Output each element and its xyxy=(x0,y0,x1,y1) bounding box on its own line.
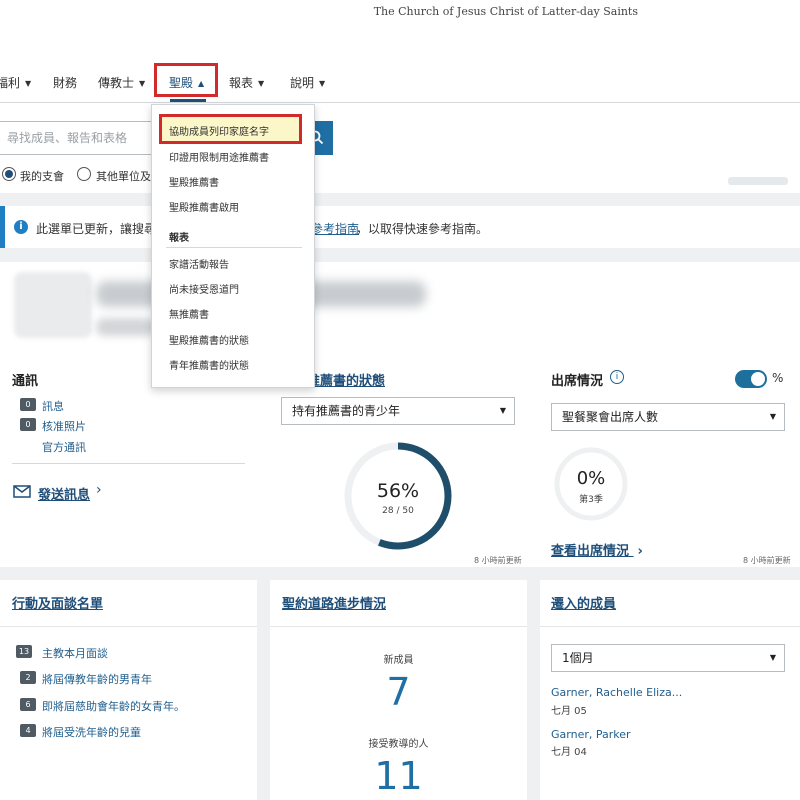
member-date: 七月 04 xyxy=(551,747,587,758)
avatar xyxy=(14,272,92,338)
nav-reports[interactable]: 報表 ▼ xyxy=(229,74,264,91)
action-list-card xyxy=(0,580,257,800)
view-attendance-link[interactable]: 查看出席情況 › xyxy=(551,540,643,559)
mail-icon xyxy=(13,485,31,498)
taught-label: 接受教導的人 xyxy=(368,739,429,750)
menu-item-youth-recommend-status[interactable]: 青年推薦書的狀態 xyxy=(169,357,249,372)
attendance-type-select[interactable]: 聖餐聚會出席人數 ▼ xyxy=(551,403,785,431)
banner-text-end: ，以取得快速參考指南。 xyxy=(356,222,489,236)
nav-help[interactable]: 說明 ▼ xyxy=(290,74,325,91)
action-item-link[interactable]: 將屆受洗年齡的兒童 xyxy=(42,724,141,740)
action-count: 4 xyxy=(20,724,36,737)
menu-item-print-family-names[interactable]: 協助成員列印家庭名字 xyxy=(169,123,269,138)
messages-link[interactable]: 訊息 xyxy=(42,398,64,414)
taught-count[interactable]: 11 xyxy=(270,754,527,798)
member-date: 七月 05 xyxy=(551,706,587,717)
moved-in-title[interactable]: 遷入的成員 xyxy=(551,593,616,612)
banner-reference-link[interactable]: 參考指南 xyxy=(311,220,359,237)
photos-count: 0 xyxy=(20,418,36,431)
menu-item-recommend-activation[interactable]: 聖殿推薦書啟用 xyxy=(169,199,239,214)
scope-other-units-radio[interactable] xyxy=(77,167,91,181)
covenant-path-title[interactable]: 聖約道路進步情況 xyxy=(282,593,386,612)
menu-item-not-endowed[interactable]: 尚未接受恩道門 xyxy=(169,281,239,296)
temple-nav-highlight xyxy=(154,63,218,97)
menu-item-no-recommend[interactable]: 無推薦書 xyxy=(169,306,209,321)
messages-count: 0 xyxy=(20,398,36,411)
recommend-percent: 56% xyxy=(376,480,420,502)
percent-toggle-label: % xyxy=(772,371,784,385)
action-count: 6 xyxy=(20,698,36,711)
church-name: The Church of Jesus Christ of Latter-day… xyxy=(373,5,638,18)
new-members-count[interactable]: 7 xyxy=(270,670,527,714)
attendance-updated: 8 小時前更新 xyxy=(743,556,791,565)
divider xyxy=(166,247,302,248)
nav-welfare[interactable]: 福利 ▼ xyxy=(0,74,31,91)
nav-finance[interactable]: 財務 xyxy=(53,74,77,91)
scope-my-ward-label: 我的支會 xyxy=(20,170,64,183)
new-members-label: 新成員 xyxy=(383,655,414,666)
blurred-unit-sub xyxy=(96,318,156,336)
attendance-percent: 0% xyxy=(576,468,606,489)
divider xyxy=(540,626,800,627)
temple-nav-underline xyxy=(170,99,206,102)
member-name-link[interactable]: Garner, Parker xyxy=(551,728,631,741)
official-comms-link[interactable]: 官方通訊 xyxy=(42,439,86,455)
menu-item-temple-recommend[interactable]: 聖殿推薦書 xyxy=(169,174,219,189)
banner-text: 此選單已更新，讓搜尋 xyxy=(36,222,157,236)
action-item-link[interactable]: 即將屆慈助會年齡的女青年。 xyxy=(42,698,185,714)
recommend-count: 28 / 50 xyxy=(382,506,414,516)
divider xyxy=(0,626,257,627)
percent-toggle[interactable] xyxy=(735,370,767,388)
recommend-filter-select[interactable]: 持有推薦書的青少年 ▼ xyxy=(281,397,515,425)
action-item-link[interactable]: 主教本月面談 xyxy=(42,645,108,661)
blurred-text xyxy=(728,177,788,185)
attendance-quarter: 第3季 xyxy=(579,495,603,505)
action-item-link[interactable]: 將屆傳教年齡的男青年 xyxy=(42,671,152,687)
approve-photos-link[interactable]: 核准照片 xyxy=(42,418,86,434)
action-list-title[interactable]: 行動及面談名單 xyxy=(12,593,103,612)
menu-item-family-history-report[interactable]: 家譜活動報告 xyxy=(169,256,229,271)
attendance-title: 出席情況 xyxy=(551,374,604,389)
menu-item-recommend-status[interactable]: 聖殿推薦書的狀態 xyxy=(169,332,249,347)
info-icon: i xyxy=(14,220,28,234)
member-name-link[interactable]: Garner, Rachelle Eliza... xyxy=(551,686,682,699)
info-icon[interactable]: i xyxy=(610,370,624,384)
divider xyxy=(270,626,527,627)
divider xyxy=(12,463,245,464)
scope-my-ward-radio[interactable] xyxy=(2,167,16,181)
recommend-status-title[interactable]: 推薦書的狀態 xyxy=(307,370,385,389)
menu-section-reports: 報表 xyxy=(169,233,189,244)
communications-title: 通訊 xyxy=(12,374,39,389)
nav-missionary[interactable]: 傳教士 ▼ xyxy=(98,74,145,91)
menu-item-limited-use-recommend[interactable]: 印證用限制用途推薦書 xyxy=(169,149,269,164)
action-count: 13 xyxy=(16,645,32,658)
period-select[interactable]: 1個月 ▼ xyxy=(551,644,785,672)
chevron-right-icon: › xyxy=(96,482,102,498)
recommend-updated: 8 小時前更新 xyxy=(474,556,522,565)
send-message-link[interactable]: 發送訊息 xyxy=(38,484,90,503)
action-count: 2 xyxy=(20,671,36,684)
